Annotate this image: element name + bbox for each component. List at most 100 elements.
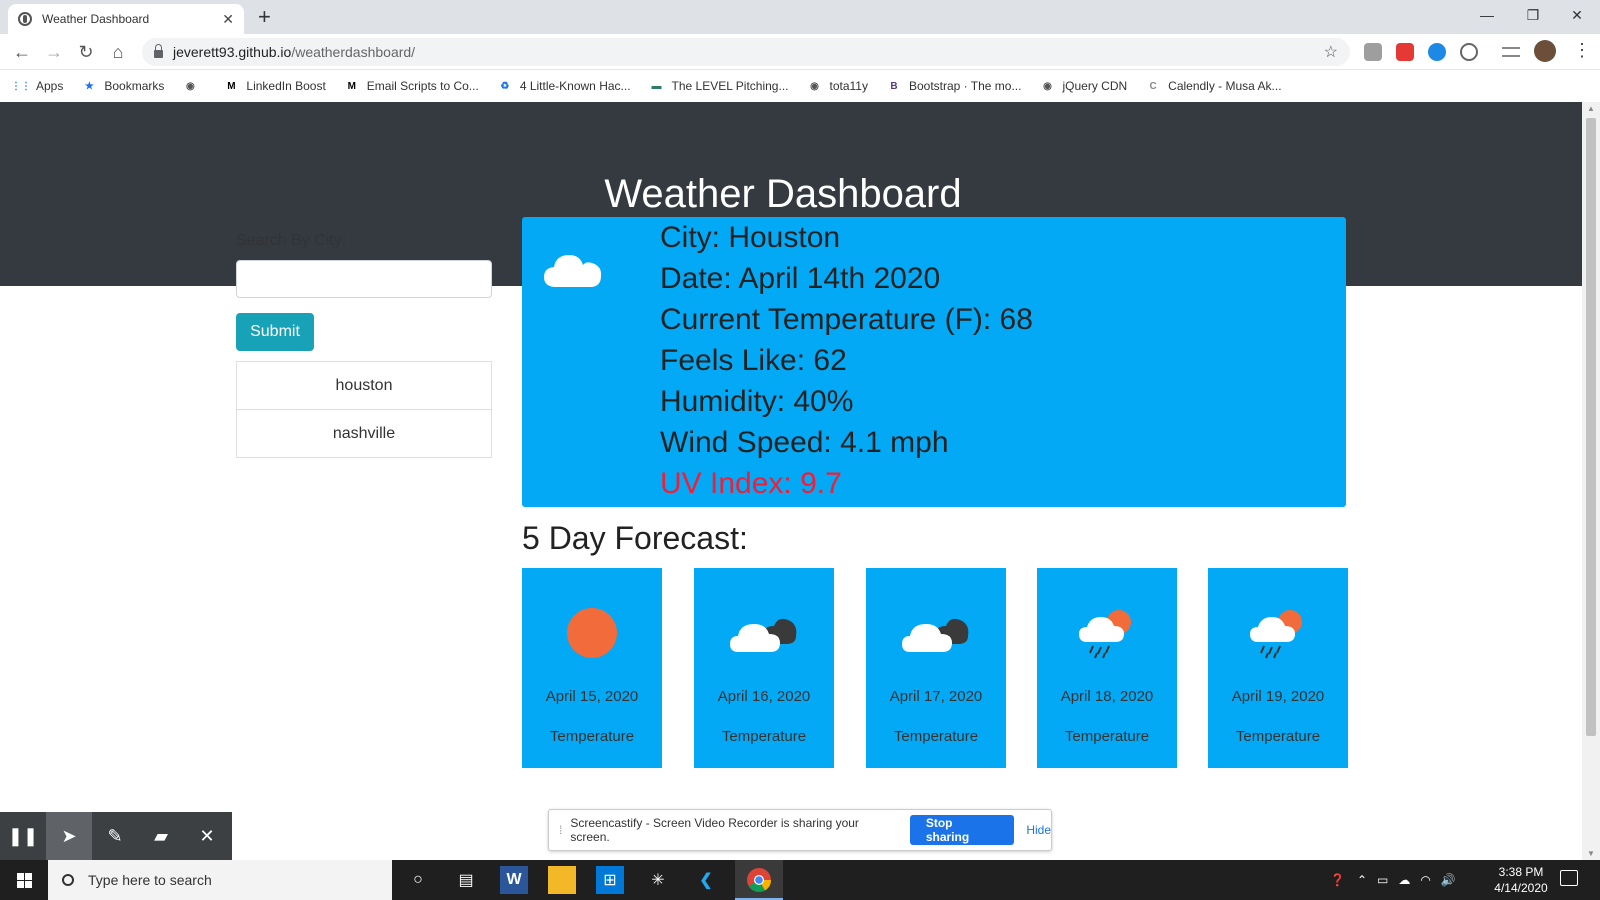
extension-circle-icon[interactable] [1460, 43, 1478, 61]
taskbar-clock[interactable]: 3:38 PM 4/14/2020 [1488, 864, 1554, 896]
bookmark-label: Bookmarks [104, 79, 165, 93]
forecast-card: April 16, 2020 Temperature [694, 568, 834, 768]
battery-icon[interactable]: ▭ [1377, 873, 1388, 887]
wifi-icon[interactable]: ◠ [1420, 873, 1430, 887]
history-item-nashville[interactable]: nashville [236, 409, 492, 458]
bookmark-item[interactable]: ◉ tota11y [807, 79, 868, 93]
forecast-card: April 18, 2020 Temperature [1037, 568, 1177, 768]
restore-window-button[interactable]: ❐ [1510, 0, 1556, 30]
forecast-date: April 16, 2020 [717, 688, 811, 705]
extension-blue-icon[interactable] [1428, 43, 1446, 61]
cloud-icon [542, 247, 604, 296]
bookmark-label: LinkedIn Boost [246, 79, 326, 93]
store-icon[interactable]: ⊞ [596, 866, 624, 894]
bookmark-item[interactable]: ⋮⋮ Apps [11, 79, 63, 93]
page-scrollbar[interactable]: ▲ ▼ [1582, 102, 1600, 860]
bookmark-star-icon[interactable]: ☆ [1324, 42, 1338, 62]
forward-icon[interactable]: → [40, 38, 68, 66]
bookmark-item[interactable]: B Bootstrap · The mo... [887, 79, 1021, 93]
media-controls-icon[interactable] [1502, 47, 1520, 57]
menu-kebab-icon[interactable]: ⋮ [1573, 40, 1591, 61]
bookmark-label: 4 Little-Known Hac... [519, 79, 631, 93]
calendly-icon: C [1149, 80, 1157, 92]
slack-icon[interactable]: ✳ [644, 866, 672, 894]
address-bar[interactable]: jeverett93.github.io/weatherdashboard/ ☆ [142, 38, 1350, 66]
notification-center-icon[interactable] [1560, 870, 1578, 886]
forecast-temperature-label: Temperature [1235, 728, 1321, 745]
task-view-icon[interactable]: ▤ [452, 866, 480, 894]
new-tab-button[interactable]: + [258, 4, 271, 30]
bookmark-item[interactable]: ▬ The LEVEL Pitching... [650, 79, 789, 93]
forecast-date: April 19, 2020 [1231, 688, 1325, 705]
word-icon[interactable]: W [500, 866, 528, 894]
windows-start-icon[interactable] [0, 860, 48, 900]
forecast-heading: 5 Day Forecast: [522, 520, 748, 556]
bookmark-label: Calendly - Musa Ak... [1168, 79, 1282, 93]
rain-sun-icon [1037, 606, 1177, 662]
sun-icon [522, 606, 662, 660]
onedrive-icon[interactable]: ☁ [1398, 873, 1410, 887]
vscode-icon[interactable]: ❮ [692, 866, 720, 894]
current-weather-card: City: Houston Date: April 14th 2020 Curr… [522, 217, 1346, 507]
reload-icon[interactable]: ↻ [72, 38, 100, 66]
taskbar-search-box[interactable]: Type here to search [48, 860, 392, 900]
dark-clouds-icon [694, 606, 834, 656]
extension-red-icon[interactable] [1396, 43, 1414, 61]
bookmark-item[interactable]: M LinkedIn Boost [224, 79, 326, 93]
pause-icon[interactable]: ❚❚ [0, 812, 46, 860]
city-search-input[interactable] [236, 260, 492, 298]
search-icon [62, 874, 74, 886]
forecast-card: April 19, 2020 Temperature [1208, 568, 1348, 768]
cortana-icon[interactable]: ○ [404, 866, 432, 894]
search-label: Search By City: [236, 232, 347, 249]
m-logo-icon: M [227, 80, 236, 92]
browser-tab[interactable]: Weather Dashboard ✕ [8, 4, 244, 34]
close-icon[interactable]: ✕ [184, 812, 230, 860]
globe-favicon-icon [18, 12, 32, 26]
bookmark-item[interactable]: ★ Bookmarks [82, 79, 165, 93]
volume-icon[interactable]: 🔊 [1441, 873, 1456, 887]
taskbar-search-placeholder: Type here to search [88, 872, 212, 888]
pen-icon[interactable]: ✎ [92, 812, 138, 860]
home-icon[interactable]: ⌂ [104, 38, 132, 66]
close-tab-icon[interactable]: ✕ [222, 11, 234, 28]
forecast-date: April 15, 2020 [545, 688, 639, 705]
help-icon[interactable]: ❓ [1330, 873, 1345, 887]
submit-button[interactable]: Submit [236, 313, 314, 351]
back-icon[interactable]: ← [8, 38, 36, 66]
bookmark-item[interactable]: ◉ jQuery CDN [1040, 79, 1127, 93]
browser-toolbar: ← → ↻ ⌂ jeverett93.github.io/weatherdash… [0, 34, 1600, 70]
bookmark-item[interactable]: C Calendly - Musa Ak... [1146, 79, 1282, 93]
lock-icon [154, 44, 163, 58]
scrollbar-thumb[interactable] [1586, 118, 1596, 736]
tab-strip: Weather Dashboard ✕ + — ❐ ✕ [0, 0, 1600, 34]
close-window-button[interactable]: ✕ [1554, 0, 1600, 30]
stop-sharing-button[interactable]: Stop sharing [909, 815, 1015, 845]
forecast-card: April 17, 2020 Temperature [866, 568, 1006, 768]
screencastify-toolbar: ❚❚ ➤ ✎ ▰ ✕ [0, 812, 232, 860]
profile-avatar[interactable] [1534, 40, 1556, 62]
cursor-icon[interactable]: ➤ [46, 812, 92, 860]
file-explorer-icon[interactable] [548, 866, 576, 894]
hide-button[interactable]: Hide [1026, 823, 1051, 837]
globe-icon: ◉ [1043, 80, 1052, 92]
windows-taskbar: Type here to search ○ ▤ W ⊞ ✳ ❮ ❓ ⌃ ▭ ☁ … [0, 860, 1600, 900]
bookmark-item[interactable]: ◉ [183, 79, 205, 93]
minimize-window-button[interactable]: — [1464, 0, 1510, 30]
current-date: Date: April 14th 2020 [660, 262, 941, 295]
eraser-icon[interactable]: ▰ [138, 812, 184, 860]
level-icon: ▬ [651, 80, 662, 92]
pdf-extension-icon[interactable] [1364, 43, 1382, 61]
forecast-card: April 15, 2020 Temperature [522, 568, 662, 768]
scroll-down-icon[interactable]: ▼ [1587, 849, 1595, 858]
star-icon: ★ [84, 80, 94, 92]
bookmark-item[interactable]: M Email Scripts to Co... [345, 79, 479, 93]
bookmark-item[interactable]: ♻ 4 Little-Known Hac... [498, 79, 631, 93]
chrome-taskbar-item[interactable] [735, 860, 783, 900]
history-item-houston[interactable]: houston [236, 361, 492, 410]
chevron-up-icon[interactable]: ⌃ [1357, 873, 1367, 887]
current-city: City: Houston [660, 221, 841, 254]
bookmark-label: The LEVEL Pitching... [671, 79, 789, 93]
scroll-up-icon[interactable]: ▲ [1587, 104, 1595, 113]
drag-handle-icon[interactable]: ⁞ [559, 823, 562, 837]
